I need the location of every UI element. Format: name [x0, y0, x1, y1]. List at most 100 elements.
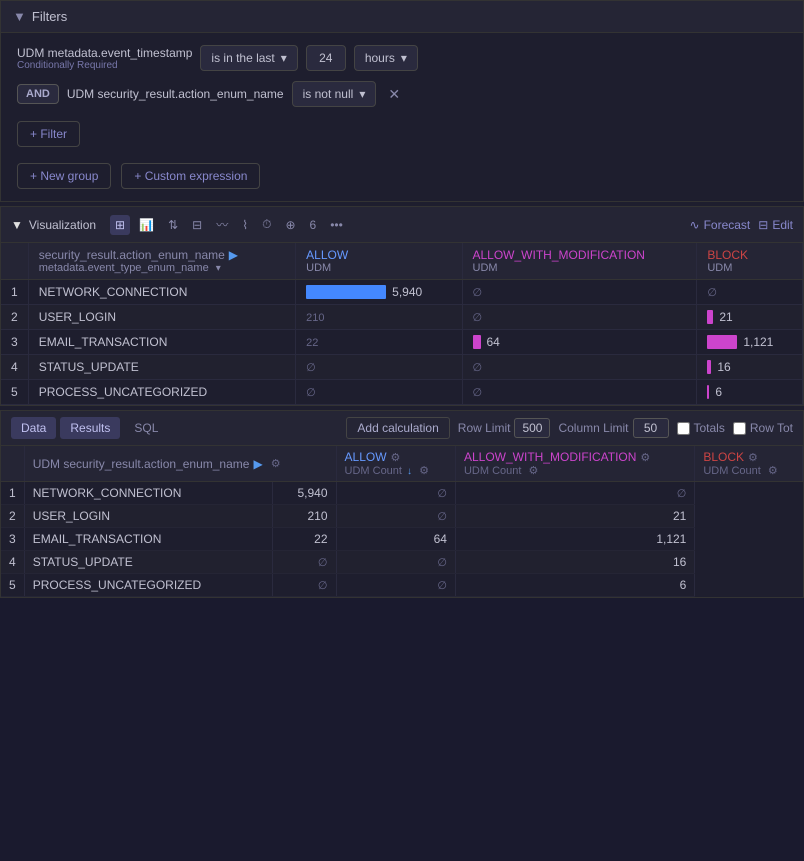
viz-row-v2: ∅	[462, 355, 697, 380]
allow-col-header: ALLOW UDM	[296, 243, 462, 280]
filters-header: ▼ Filters	[1, 1, 803, 33]
viz-area-tool-button[interactable]: ⌇	[237, 215, 253, 235]
bt-block-settings-icon[interactable]: ⚙	[748, 451, 758, 464]
col-limit-value[interactable]: 50	[633, 418, 669, 438]
viz-row-num: 1	[1, 280, 28, 305]
tab-results[interactable]: Results	[60, 417, 120, 439]
awm-col-header: ALLOW_WITH_MODIFICATION UDM	[462, 243, 697, 280]
viz-toolbar: ⊞ 📊 ⇅ ⊟ 〰 ⌇ ⏱	[110, 213, 683, 236]
bt-allow-sub: UDM Count ↓ ⚙	[345, 464, 447, 477]
viz-table-tool-button[interactable]: ⊞	[110, 215, 130, 235]
bt-allow-settings-icon[interactable]: ⚙	[391, 451, 401, 464]
bt-row-num: 4	[1, 551, 24, 574]
viz-row-v1: 22	[296, 330, 462, 355]
filter1-operator-dropdown[interactable]: is in the last ▾	[200, 45, 297, 71]
filter1-unit-label: hours	[365, 51, 395, 65]
bt-field1-expand-icon[interactable]: ▶	[253, 457, 262, 471]
viz-row-label: EMAIL_TRANSACTION	[28, 330, 295, 355]
row-tot-checkbox[interactable]	[733, 422, 746, 435]
filter1-unit-dropdown[interactable]: hours ▾	[354, 45, 418, 71]
custom-expression-button[interactable]: + Custom expression	[121, 163, 260, 189]
filters-section: ▼ Filters UDM metadata.event_timestamp C…	[0, 0, 804, 202]
viz-sort-tool-button[interactable]: ⇅	[163, 215, 183, 235]
viz-header: ▼ Visualization ⊞ 📊 ⇅ ⊟ 〰 ⌇	[1, 207, 803, 243]
viz-row-v1: ∅	[296, 355, 462, 380]
viz-row-num: 2	[1, 305, 28, 330]
filter2-field: UDM security_result.action_enum_name	[67, 87, 284, 101]
filter2-operator-label: is not null	[303, 87, 354, 101]
viz-row-v3: 6	[697, 380, 803, 405]
bt-row-num: 3	[1, 528, 24, 551]
edit-icon: ⊟	[758, 218, 768, 232]
filter2-operator-dropdown[interactable]: is not null ▾	[292, 81, 377, 107]
add-calculation-button[interactable]: Add calculation	[346, 417, 449, 439]
bottom-toolbar: Add calculation Row Limit 500 Column Lim…	[346, 417, 793, 439]
bt-row-v1: 210	[273, 505, 336, 528]
bt-field1-settings-icon[interactable]: ⚙	[271, 457, 281, 470]
tab-sql[interactable]: SQL	[124, 417, 168, 439]
tab-data[interactable]: Data	[11, 417, 56, 439]
bt-row-v1: 5,940	[273, 482, 336, 505]
bt-awm-sub-settings-icon[interactable]: ⚙	[529, 465, 539, 477]
edit-label: Edit	[772, 218, 793, 232]
bt-block-sub-label: UDM Count	[703, 465, 760, 477]
viz-row-v3: ∅	[697, 280, 803, 305]
row-sub-label: metadata.event_type_enum_name ▾	[39, 262, 285, 274]
visualization-section: ▼ Visualization ⊞ 📊 ⇅ ⊟ 〰 ⌇	[0, 206, 804, 406]
bt-allow-sub-label: UDM Count	[345, 465, 402, 477]
bt-row-label: PROCESS_UNCATEGORIZED	[24, 574, 273, 597]
bt-row-num-header	[1, 446, 24, 482]
row-tot-label: Row Tot	[750, 421, 793, 435]
bt-awm-sub-label: UDM Count	[464, 465, 521, 477]
allow-sub-label: UDM	[306, 262, 451, 274]
viz-row-label: STATUS_UPDATE	[28, 355, 295, 380]
viz-row-v2: ∅	[462, 380, 697, 405]
bt-awm-settings-icon[interactable]: ⚙	[640, 451, 650, 464]
viz-more-tool-button[interactable]: •••	[325, 215, 348, 235]
col-limit-label: Column Limit	[558, 421, 628, 435]
edit-button[interactable]: ⊟ Edit	[758, 218, 793, 232]
viz-line-icon: 〰	[216, 216, 228, 233]
bt-allow-sort-icon[interactable]: ↓	[407, 466, 412, 477]
bt-row-v1: ∅	[273, 574, 336, 597]
viz-row-label: USER_LOGIN	[28, 305, 295, 330]
filter2-remove-button[interactable]: ✕	[384, 86, 404, 103]
viz-bar-tool-button[interactable]: 📊	[134, 215, 159, 235]
row-field-expand-icon[interactable]: ▶	[229, 248, 238, 262]
viz-table-row: 2USER_LOGIN210∅21	[1, 305, 803, 330]
bt-block-sub-settings-icon[interactable]: ⚙	[768, 465, 778, 477]
viz-clock-tool-button[interactable]: ⏱	[257, 214, 276, 235]
viz-row-v2: ∅	[462, 280, 697, 305]
viz-row-v3: 21	[697, 305, 803, 330]
add-filter-button[interactable]: + Filter	[17, 121, 80, 147]
bt-row-v3: 16	[455, 551, 694, 574]
viz-pivot-tool-button[interactable]: ⊟	[187, 215, 207, 235]
filters-chevron-icon: ▼	[13, 9, 26, 24]
tab-data-label: Data	[21, 421, 46, 435]
row-limit-value[interactable]: 500	[514, 418, 550, 438]
totals-checkbox[interactable]	[677, 422, 690, 435]
viz-row-label: PROCESS_UNCATEGORIZED	[28, 380, 295, 405]
forecast-button[interactable]: ∿ Forecast	[690, 218, 751, 232]
filter-row-2: AND UDM security_result.action_enum_name…	[17, 81, 787, 107]
filter1-field-main: UDM metadata.event_timestamp	[17, 46, 192, 60]
bt-allow-sub-settings-icon[interactable]: ⚙	[419, 465, 429, 477]
filter1-field-sub: Conditionally Required	[17, 60, 192, 71]
viz-row-num: 3	[1, 330, 28, 355]
viz-title: Visualization	[29, 218, 96, 232]
block-sub-label: UDM	[707, 262, 792, 274]
totals-checkbox-group: Totals	[677, 421, 725, 435]
sub-field-text: metadata.event_type_enum_name	[39, 262, 209, 274]
new-group-button[interactable]: + New group	[17, 163, 111, 189]
viz-line-tool-button[interactable]: 〰	[211, 213, 233, 236]
filter1-value[interactable]: 24	[306, 45, 346, 71]
viz-pin-tool-button[interactable]: ⊕	[280, 215, 300, 235]
filter-row-1: UDM metadata.event_timestamp Conditional…	[17, 45, 787, 71]
viz-table: security_result.action_enum_name ▶ metad…	[1, 243, 803, 405]
viz-chevron-icon: ▼	[11, 218, 23, 232]
viz-6-tool-button[interactable]: 6	[305, 215, 322, 235]
viz-table-row: 4STATUS_UPDATE∅∅16	[1, 355, 803, 380]
bottom-section: Data Results SQL Add calculation Row Lim…	[0, 410, 804, 598]
bt-row-num: 5	[1, 574, 24, 597]
bottom-table-row: 4STATUS_UPDATE∅∅16	[1, 551, 803, 574]
